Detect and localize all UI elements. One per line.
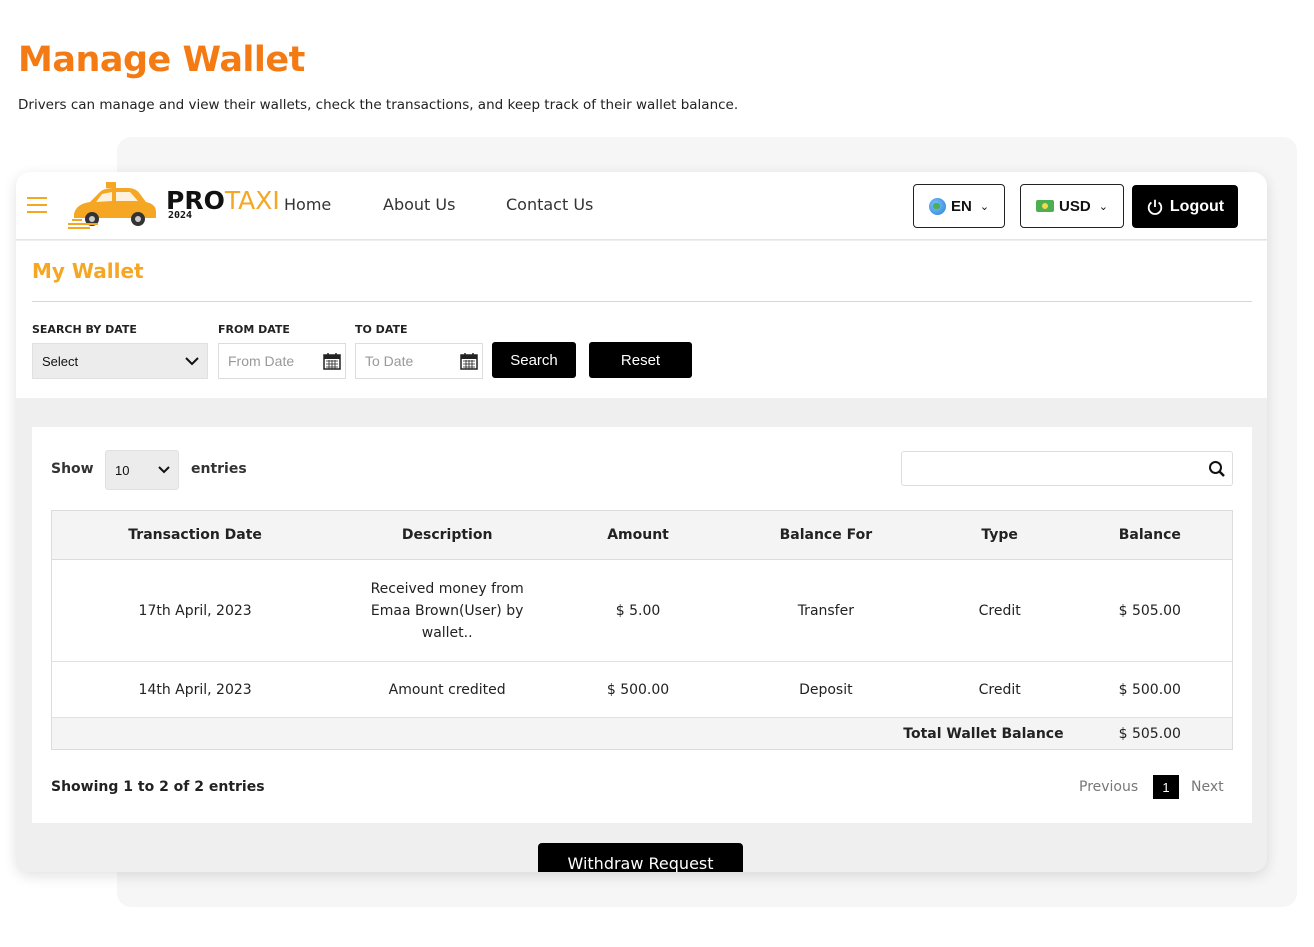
column-header[interactable]: Transaction Date [51, 510, 339, 560]
cell-amount: $ 500.00 [556, 661, 720, 718]
table-row: 14th April, 2023 Amount credited $ 500.0… [51, 661, 1233, 718]
page-subtitle: Drivers can manage and view their wallet… [18, 97, 739, 113]
chevron-down-icon [185, 357, 199, 366]
globe-icon [928, 197, 946, 215]
app-window: PROTAXI 2024 Home About Us Contact Us EN… [16, 172, 1267, 872]
search-icon[interactable] [1208, 460, 1226, 478]
column-header[interactable]: Description [338, 510, 557, 560]
to-date-input[interactable]: To Date [355, 343, 483, 379]
chevron-down-icon: ⌄ [979, 200, 990, 213]
show-label: Show [51, 461, 94, 477]
select-value: Select [42, 353, 79, 369]
cell-balance: $ 500.00 [1067, 661, 1233, 718]
total-row: Total Wallet Balance $ 505.00 [51, 717, 1233, 750]
chevron-down-icon [158, 466, 170, 474]
brand-year: 2024 [168, 210, 193, 221]
logout-button[interactable]: Logout [1132, 185, 1238, 228]
nav-home[interactable]: Home [284, 195, 331, 214]
cell-date: 14th April, 2023 [51, 661, 339, 718]
to-date-placeholder: To Date [365, 353, 414, 369]
hamburger-icon[interactable] [27, 197, 47, 213]
top-navbar: PROTAXI 2024 Home About Us Contact Us EN… [16, 172, 1267, 240]
pagination-info: Showing 1 to 2 of 2 entries [51, 779, 265, 795]
cell-description: Received money from Emaa Brown(User) by … [338, 559, 557, 662]
nav-about-us[interactable]: About Us [383, 195, 455, 214]
to-date-label: TO DATE [355, 323, 408, 336]
language-value: EN [950, 197, 972, 215]
transactions-table: Transaction Date Description Amount Bala… [51, 510, 1233, 750]
total-value: $ 505.00 [1067, 717, 1233, 750]
search-button[interactable]: Search [492, 342, 576, 378]
column-header[interactable]: Balance For [719, 510, 932, 560]
calendar-icon[interactable] [323, 352, 341, 370]
currency-value: USD [1059, 197, 1091, 215]
column-header[interactable]: Type [931, 510, 1068, 560]
money-icon [1036, 200, 1055, 212]
cell-balance: $ 505.00 [1067, 559, 1233, 662]
pagination-previous[interactable]: Previous [1079, 779, 1138, 795]
search-by-date-label: SEARCH BY DATE [32, 323, 137, 336]
pagination-page[interactable]: 1 [1153, 775, 1179, 799]
table-row: 17th April, 2023 Received money from Ema… [51, 559, 1233, 662]
section-title: My Wallet [32, 259, 144, 283]
cell-type: Credit [931, 661, 1068, 718]
filter-panel: My Wallet SEARCH BY DATE FROM DATE TO DA… [16, 241, 1267, 398]
currency-select[interactable]: USD ⌄ [1020, 184, 1124, 228]
from-date-input[interactable]: From Date [218, 343, 346, 379]
page-title: Manage Wallet [18, 40, 305, 80]
cell-balance-for: Deposit [719, 661, 932, 718]
from-date-placeholder: From Date [228, 353, 295, 369]
from-date-label: FROM DATE [218, 323, 290, 336]
column-header[interactable]: Amount [556, 510, 720, 560]
pagination-next[interactable]: Next [1191, 779, 1224, 795]
entries-label: entries [191, 461, 247, 477]
cell-amount: $ 5.00 [556, 559, 720, 662]
language-select[interactable]: EN ⌄ [913, 184, 1005, 228]
taxi-logo-icon [68, 182, 156, 229]
transactions-card: Show 10 entries Transaction Date Descrip… [32, 427, 1252, 823]
chevron-down-icon: ⌄ [1098, 200, 1108, 213]
column-header[interactable]: Balance [1067, 510, 1233, 560]
cell-description: Amount credited [338, 661, 557, 718]
logout-label: Logout [1169, 197, 1225, 215]
total-label: Total Wallet Balance [51, 717, 1068, 750]
calendar-icon[interactable] [460, 352, 478, 370]
power-icon [1147, 199, 1163, 215]
divider [32, 301, 1252, 302]
cell-type: Credit [931, 559, 1068, 662]
cell-balance-for: Transfer [719, 559, 932, 662]
brand-taxi: TAXI [224, 186, 280, 215]
table-header-row: Transaction Date Description Amount Bala… [51, 510, 1233, 560]
withdraw-request-button[interactable]: Withdraw Request [538, 843, 743, 872]
reset-button[interactable]: Reset [589, 342, 692, 378]
entries-select[interactable]: 10 [105, 450, 179, 490]
search-by-date-select[interactable]: Select [32, 343, 208, 379]
table-search-input[interactable] [901, 451, 1233, 486]
entries-value: 10 [115, 462, 130, 478]
cell-date: 17th April, 2023 [51, 559, 339, 662]
nav-contact-us[interactable]: Contact Us [506, 195, 593, 214]
